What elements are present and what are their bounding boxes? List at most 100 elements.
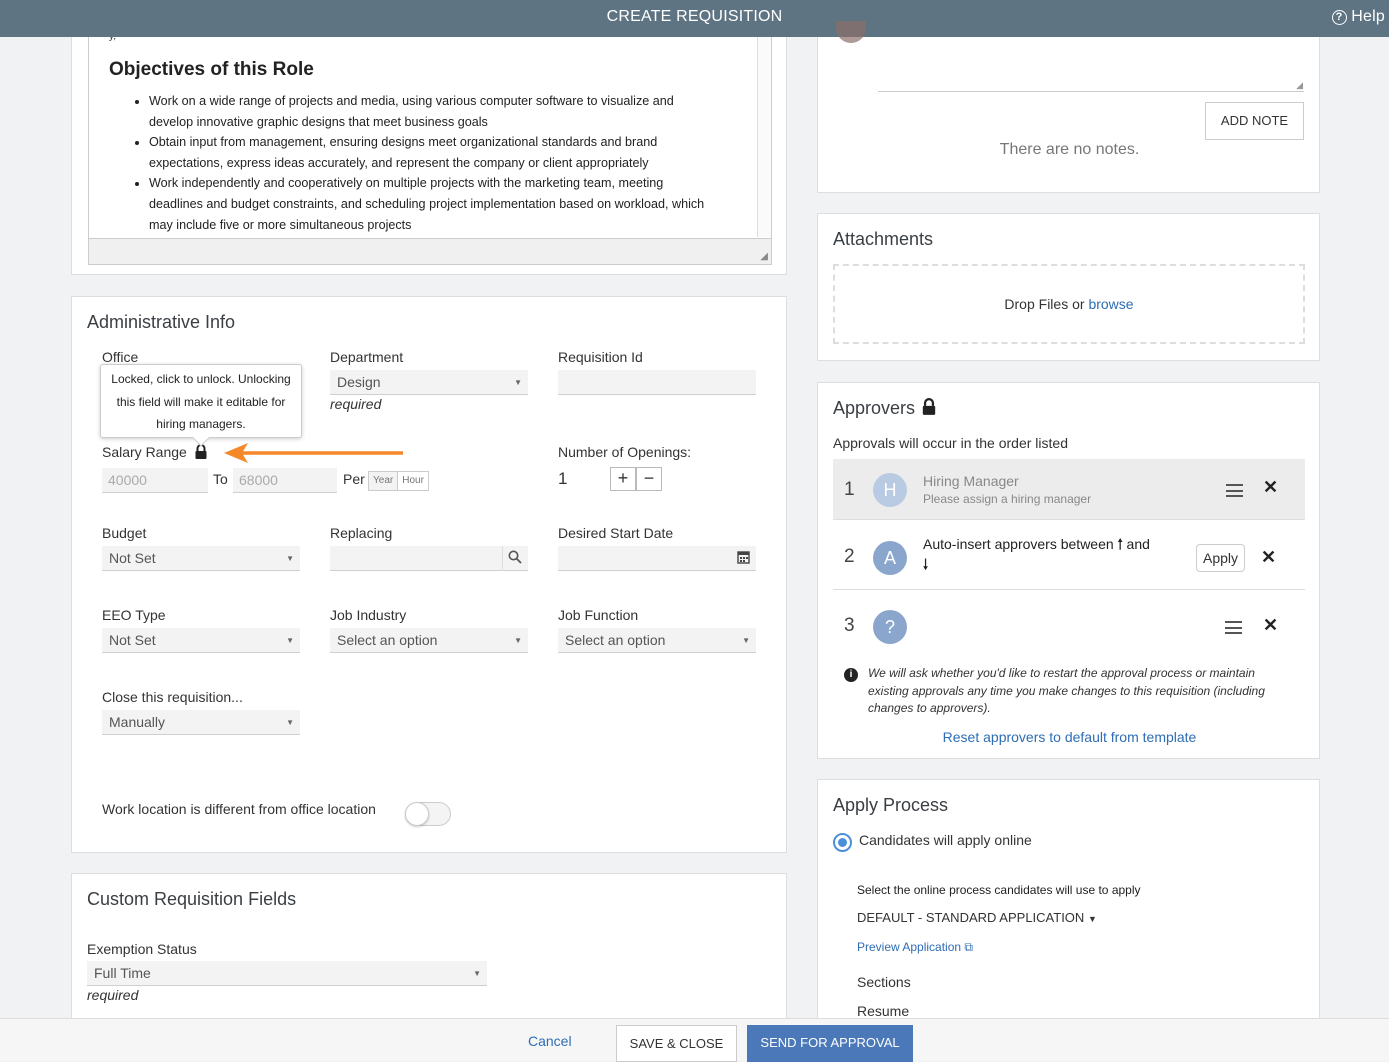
approvers-title: Approvers <box>833 398 916 418</box>
per-hour-button[interactable]: Hour <box>398 472 428 490</box>
replacing-label: Replacing <box>330 525 393 541</box>
drag-handle-icon[interactable] <box>1226 484 1243 497</box>
eeo-value: Not Set <box>109 632 156 648</box>
chevron-down-icon: ▼ <box>514 636 522 645</box>
approvers-info-text: We will ask whether you'd like to restar… <box>868 666 1265 715</box>
eeo-select[interactable]: Not Set ▼ <box>102 628 300 653</box>
approver-number: 3 <box>844 615 855 636</box>
preview-application-link[interactable]: Preview Application ⧉ <box>857 940 973 955</box>
auto-insert-label: Auto-insert approvers between <box>923 536 1114 552</box>
budget-label: Budget <box>102 525 147 541</box>
process-value: DEFAULT - STANDARD APPLICATION <box>857 910 1085 925</box>
decrement-button[interactable]: − <box>636 467 662 491</box>
custom-fields-panel: Custom Requisition Fields Exemption Stat… <box>71 873 787 1023</box>
chevron-down-icon: ▼ <box>286 636 294 645</box>
approver-row-3[interactable]: 3 ? ✕ <box>833 590 1305 654</box>
close-icon[interactable]: ✕ <box>1263 615 1278 636</box>
lock-icon[interactable] <box>921 398 937 416</box>
approver-row-1[interactable]: 1 H Hiring Manager Please assign a hirin… <box>833 459 1305 520</box>
requisition-id-input[interactable] <box>558 370 756 395</box>
requisition-id-label: Requisition Id <box>558 349 643 365</box>
arrow-down-icon: 🠓 <box>923 556 929 572</box>
increment-button[interactable]: + <box>610 467 636 491</box>
cancel-button[interactable]: Cancel <box>528 1033 572 1049</box>
add-note-button[interactable]: ADD NOTE <box>1205 102 1304 140</box>
calendar-icon[interactable] <box>737 550 750 564</box>
close-select[interactable]: Manually ▼ <box>102 710 300 735</box>
chevron-down-icon: ▼ <box>742 636 750 645</box>
avatar: H <box>873 473 907 507</box>
description-panel: y, Objectives of this Role Work on a wid… <box>71 37 787 275</box>
budget-select[interactable]: Not Set ▼ <box>102 546 300 571</box>
footer-bar: Cancel SAVE & CLOSE SEND FOR APPROVAL <box>0 1018 1389 1062</box>
bullet-3: Work independently and cooperatively on … <box>149 173 709 235</box>
department-select[interactable]: Design ▼ <box>330 370 528 395</box>
page-title: CREATE REQUISITION <box>606 8 783 25</box>
send-for-approval-button[interactable]: SEND FOR APPROVAL <box>747 1025 913 1062</box>
eeo-label: EEO Type <box>102 607 166 623</box>
avatar: ? <box>873 610 907 644</box>
drop-zone[interactable]: Drop Files or browse <box>833 264 1305 344</box>
preview-label: Preview Application <box>857 940 962 954</box>
reset-approvers-link[interactable]: Reset approvers to default from template <box>818 729 1321 745</box>
salary-min-input[interactable]: 40000 <box>102 468 208 493</box>
industry-select[interactable]: Select an option ▼ <box>330 628 528 653</box>
bullet-1: Work on a wide range of projects and med… <box>149 91 709 132</box>
replacing-divider <box>502 546 503 571</box>
help-label: Help <box>1351 8 1385 25</box>
description-heading: Objectives of this Role <box>109 59 314 80</box>
apply-select-text: Select the online process candidates wil… <box>857 883 1141 897</box>
admin-info-title: Administrative Info <box>87 312 236 332</box>
exemption-required: required <box>87 987 139 1003</box>
process-dropdown[interactable]: DEFAULT - STANDARD APPLICATION ▼ <box>857 910 1097 925</box>
apply-button[interactable]: Apply <box>1196 544 1245 572</box>
approvers-order-text: Approvals will occur in the order listed <box>833 435 1068 451</box>
tooltip-text: Locked, click to unlock. Unlocking this … <box>111 372 291 431</box>
search-icon[interactable] <box>508 550 522 564</box>
resize-handle-icon[interactable]: ◢ <box>760 251 768 262</box>
start-date-input[interactable] <box>558 546 756 571</box>
apply-online-radio[interactable] <box>833 833 852 852</box>
editor-statusbar: ◢ <box>89 238 771 264</box>
start-date-label: Desired Start Date <box>558 525 674 541</box>
replacing-input[interactable] <box>330 546 528 571</box>
department-required: required <box>330 396 382 412</box>
notes-panel: ◢ ADD NOTE There are no notes. <box>817 21 1320 193</box>
help-link[interactable]: ? Help <box>1331 0 1385 33</box>
close-icon[interactable]: ✕ <box>1261 547 1276 568</box>
exemption-select[interactable]: Full Time ▼ <box>87 961 487 986</box>
caret-down-icon: ▼ <box>1087 914 1097 924</box>
attachments-panel: Attachments Drop Files or browse <box>817 213 1320 361</box>
description-editor[interactable]: y, Objectives of this Role Work on a wid… <box>88 37 772 265</box>
notes-empty-text: There are no notes. <box>999 141 1140 158</box>
apply-process-panel: Apply Process Candidates will apply onli… <box>817 779 1320 1029</box>
approver-row-2: 2 A Auto-insert approvers between 🠑 and … <box>833 520 1305 590</box>
close-icon[interactable]: ✕ <box>1263 477 1278 498</box>
drag-handle-icon[interactable] <box>1225 621 1242 634</box>
arrow-annotation <box>224 443 403 463</box>
avatar: A <box>873 541 907 575</box>
openings-value: 1 <box>558 469 568 488</box>
salary-max-input[interactable]: 68000 <box>233 468 337 493</box>
function-value: Select an option <box>565 632 666 648</box>
exemption-value: Full Time <box>94 965 151 981</box>
toggle-knob <box>405 802 429 826</box>
title-bar: CREATE REQUISITION ? Help <box>0 0 1389 37</box>
note-textarea[interactable]: ◢ <box>878 37 1304 92</box>
resize-handle-icon[interactable]: ◢ <box>1296 80 1303 91</box>
save-close-button[interactable]: SAVE & CLOSE <box>616 1025 737 1062</box>
chevron-down-icon: ▼ <box>514 378 522 387</box>
browse-link[interactable]: browse <box>1088 296 1133 312</box>
per-year-button[interactable]: Year <box>369 472 399 490</box>
openings-label: Number of Openings: <box>558 444 692 460</box>
chevron-down-icon: ▼ <box>473 969 481 978</box>
function-label: Job Function <box>558 607 639 623</box>
chevron-down-icon: ▼ <box>286 554 294 563</box>
department-value: Design <box>337 374 381 390</box>
department-label: Department <box>330 349 404 365</box>
work-location-toggle[interactable] <box>405 802 451 826</box>
editor-scrollbar[interactable] <box>757 37 771 237</box>
arrow-up-icon: 🠑 <box>1117 536 1123 552</box>
work-location-label: Work location is different from office l… <box>102 801 376 817</box>
function-select[interactable]: Select an option ▼ <box>558 628 756 653</box>
